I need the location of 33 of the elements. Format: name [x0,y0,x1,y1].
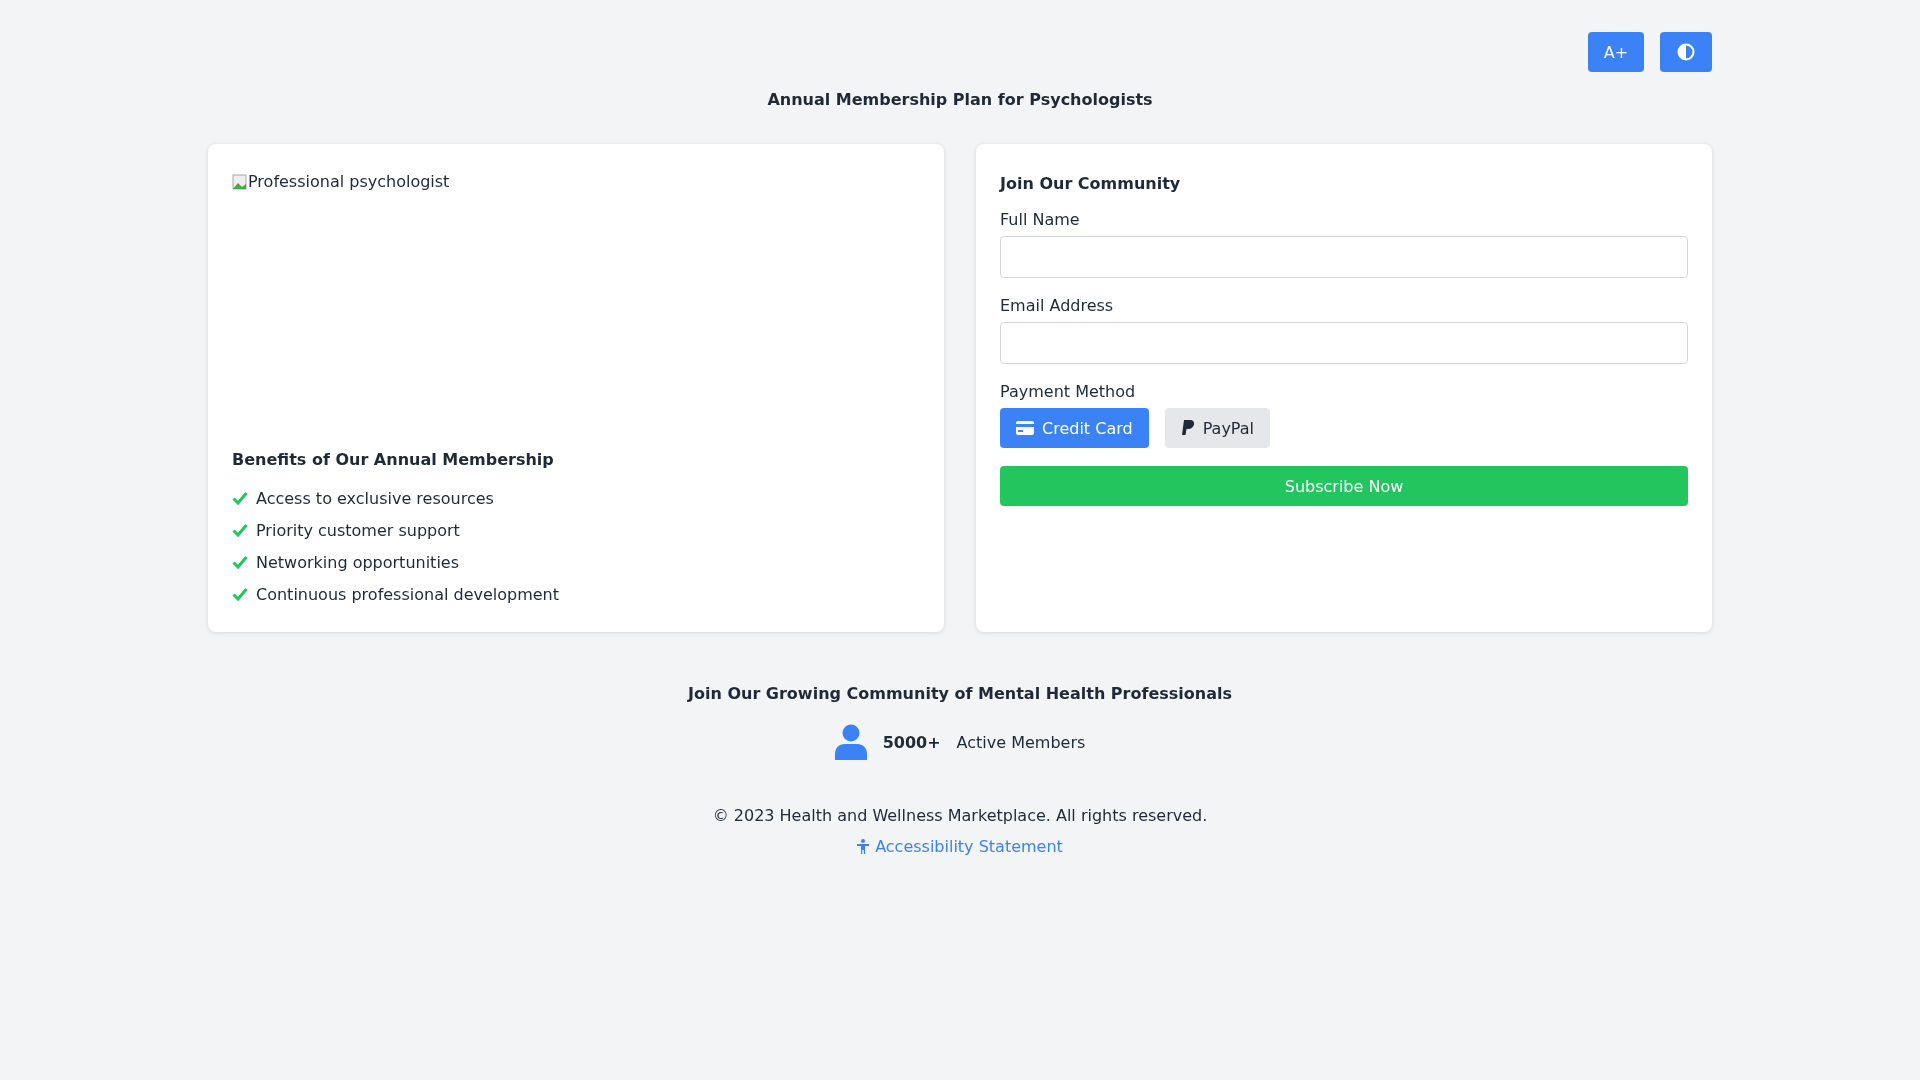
accessibility-icon [857,839,870,854]
person-icon [834,724,867,760]
page-title: Annual Membership Plan for Psychologists [767,89,1153,111]
broken-image-icon [232,173,248,190]
benefit-text: Priority customer support [256,520,460,540]
check-icon [232,555,248,569]
member-count: 5000+ [882,732,941,752]
payment-option-button[interactable]: PayPal [1164,408,1271,448]
accessibility-link[interactable]: Accessibility Statement [857,837,1063,856]
benefit-text: Networking opportunities [256,552,459,572]
community-heading: Join Our Growing Community of Mental Health Professionals [688,683,1232,705]
image-alt-text: Professional psychologist [248,172,450,191]
benefits-heading: Benefits of Our Annual Membership [232,449,555,471]
check-icon [232,491,248,505]
copyright-text: © 2023 Health and Wellness Marketplace. All rights reserved. [712,806,1208,825]
input-field[interactable] [1000,322,1688,364]
field-label: Payment Method [1000,382,1137,402]
form-heading: Join Our Community [1000,173,1182,195]
benefit-text: Continuous professional development [256,584,560,604]
check-icon [232,523,248,537]
contrast-button[interactable] [1660,32,1712,72]
field-label: Email Address [1000,296,1115,316]
subscribe-button[interactable]: Subscribe Now [1000,466,1688,506]
check-icon [232,587,248,601]
payment-option-button[interactable]: Credit Card [1000,408,1149,448]
font-size-button[interactable]: A+ [1588,32,1644,72]
credit-card-icon [1016,421,1034,435]
benefit-text: Access to exclusive resources [256,488,494,508]
paypal-icon [1180,420,1195,436]
contrast-icon [1677,43,1695,61]
member-count-label: Active Members [956,732,1086,752]
field-label: Full Name [1000,210,1081,230]
input-field[interactable] [1000,236,1688,278]
